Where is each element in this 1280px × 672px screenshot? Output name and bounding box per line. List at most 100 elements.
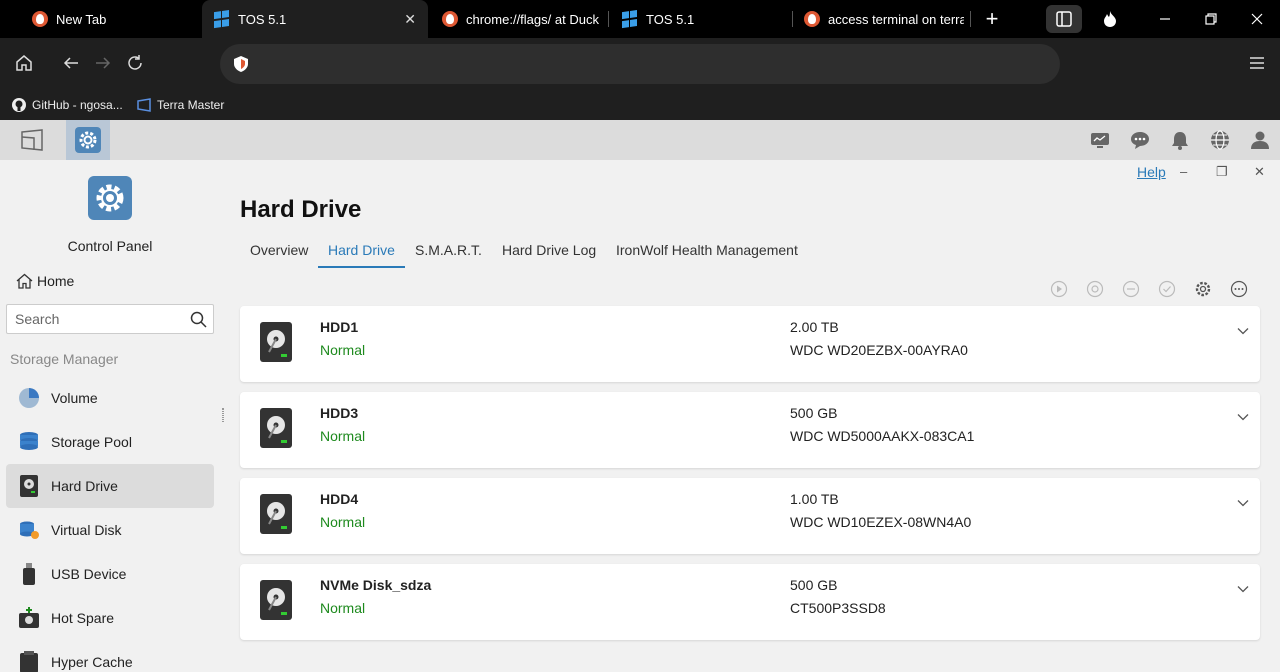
home-label: Home <box>37 273 75 289</box>
volume-icon <box>18 387 40 409</box>
hamburger-menu-icon <box>1250 57 1264 69</box>
tab-hard-drive[interactable]: Hard Drive <box>318 242 405 268</box>
resource-monitor-icon[interactable] <box>1090 130 1110 150</box>
tab-hard-drive-log[interactable]: Hard Drive Log <box>492 242 606 268</box>
new-tab-button[interactable]: + <box>980 0 1004 38</box>
more-options-icon[interactable] <box>1230 280 1248 298</box>
help-link[interactable]: Help <box>1137 164 1166 180</box>
duckduckgo-icon <box>442 11 458 27</box>
disk-model: WDC WD5000AAKX-083CA1 <box>790 428 975 444</box>
close-icon <box>1251 13 1263 25</box>
browser-tab-new-tab[interactable]: New Tab <box>20 0 200 38</box>
sidebar-item-hot-spare[interactable]: Hot Spare <box>6 596 214 640</box>
tab-title: chrome://flags/ at Duck <box>466 11 599 27</box>
browser-tab-chrome-flags[interactable]: chrome://flags/ at Duck <box>430 0 600 38</box>
bookmark-terra-master[interactable]: Terra Master <box>137 95 224 115</box>
stop-icon[interactable] <box>1086 280 1104 298</box>
window-restore-button[interactable]: ❐ <box>1216 164 1228 180</box>
fire-icon <box>1104 11 1116 27</box>
tab-title: access terminal on terra <box>828 11 964 27</box>
bookmark-label: GitHub - ngosa... <box>32 98 123 112</box>
settings-gear-icon[interactable] <box>1194 280 1212 298</box>
user-icon[interactable] <box>1250 130 1270 150</box>
disk-card-hdd1[interactable]: HDD1 Normal 2.00 TB WDC WD20EZBX-00AYRA0 <box>240 306 1260 382</box>
address-bar[interactable] <box>220 44 1060 84</box>
sidebar-item-hyper-cache[interactable]: Hyper Cache <box>6 640 214 672</box>
home-button[interactable] <box>13 52 35 74</box>
reload-button[interactable] <box>124 52 146 74</box>
bookmarks-bar: GitHub - ngosa... Terra Master <box>0 90 1280 120</box>
home-icon <box>16 55 32 71</box>
restore-icon <box>1205 13 1217 25</box>
disk-status: Normal <box>320 514 366 530</box>
app-title: Control Panel <box>67 238 153 254</box>
sidebar-item-hard-drive[interactable]: Hard Drive <box>6 464 214 508</box>
browser-tab-tos[interactable]: TOS 5.1 <box>610 0 790 38</box>
disk-status: Normal <box>320 600 366 616</box>
sidebar: Control Panel Home Storage Manager Volum… <box>0 160 222 672</box>
sidebar-resize-handle[interactable] <box>222 408 224 422</box>
tab-smart[interactable]: S.M.A.R.T. <box>405 242 492 268</box>
hard-drive-icon <box>260 494 292 534</box>
browser-tab-tos-active[interactable]: TOS 5.1 ✕ <box>202 0 428 38</box>
globe-icon[interactable] <box>1210 130 1230 150</box>
chevron-down-icon[interactable] <box>1236 324 1250 338</box>
sidebar-item-volume[interactable]: Volume <box>6 376 214 420</box>
home-icon <box>16 273 33 289</box>
check-icon[interactable] <box>1158 280 1176 298</box>
windows-icon <box>622 10 638 28</box>
tab-overview[interactable]: Overview <box>240 242 318 268</box>
sidebar-item-label: Volume <box>51 390 98 406</box>
disk-card-hdd3[interactable]: HDD3 Normal 500 GB WDC WD5000AAKX-083CA1 <box>240 392 1260 468</box>
tab-close-button[interactable]: ✕ <box>404 11 416 28</box>
disk-size: 1.00 TB <box>790 491 839 507</box>
bell-icon[interactable] <box>1170 130 1190 150</box>
home-link[interactable]: Home <box>16 273 74 289</box>
window-minimize-button[interactable]: – <box>1180 164 1187 179</box>
chevron-down-icon[interactable] <box>1236 582 1250 596</box>
search-icon[interactable] <box>190 311 207 328</box>
disk-status: Normal <box>320 342 366 358</box>
reload-icon <box>128 55 142 70</box>
duckduckgo-icon <box>804 11 820 27</box>
disk-card-nvme[interactable]: NVMe Disk_sdza Normal 500 GB CT500P3SSD8 <box>240 564 1260 640</box>
disk-status: Normal <box>320 428 366 444</box>
minimize-browser-button[interactable] <box>1154 0 1176 38</box>
search-box <box>6 304 214 334</box>
hard-drive-icon <box>260 408 292 448</box>
control-panel-task-button[interactable] <box>66 120 110 160</box>
hard-drive-icon <box>260 322 292 362</box>
disk-size: 500 GB <box>790 577 838 593</box>
disk-card-hdd4[interactable]: HDD4 Normal 1.00 TB WDC WD10EZEX-08WN4A0 <box>240 478 1260 554</box>
github-icon <box>12 98 26 112</box>
show-desktop-button[interactable] <box>10 120 54 160</box>
chevron-down-icon[interactable] <box>1236 496 1250 510</box>
sidebar-toggle-button[interactable] <box>1046 0 1082 38</box>
sidebar-item-virtual-disk[interactable]: Virtual Disk <box>6 508 214 552</box>
shield-icon <box>234 56 248 72</box>
browser-menu-button[interactable] <box>1246 52 1268 74</box>
sidebar-item-label: Hard Drive <box>51 478 118 494</box>
browser-tab-access-terminal[interactable]: access terminal on terra <box>792 0 964 38</box>
sidebar-item-usb-device[interactable]: USB Device <box>6 552 214 596</box>
remove-icon[interactable] <box>1122 280 1140 298</box>
close-browser-button[interactable] <box>1246 0 1268 38</box>
forward-arrow-icon <box>96 57 111 69</box>
search-input[interactable] <box>7 305 177 333</box>
tab-separator <box>970 11 971 27</box>
play-icon[interactable] <box>1050 280 1068 298</box>
disk-size: 500 GB <box>790 405 838 421</box>
tab-ironwolf-health[interactable]: IronWolf Health Management <box>606 242 808 268</box>
chevron-down-icon[interactable] <box>1236 410 1250 424</box>
restore-browser-button[interactable] <box>1200 0 1222 38</box>
bookmark-github[interactable]: GitHub - ngosa... <box>12 95 123 115</box>
window-close-button[interactable]: ✕ <box>1254 164 1265 180</box>
back-button[interactable] <box>60 52 82 74</box>
chat-icon[interactable] <box>1130 130 1150 150</box>
forward-button[interactable] <box>92 52 114 74</box>
fire-button[interactable] <box>1100 0 1120 38</box>
disk-model: WDC WD10EZEX-08WN4A0 <box>790 514 972 530</box>
sidebar-item-storage-pool[interactable]: Storage Pool <box>6 420 214 464</box>
disk-size: 2.00 TB <box>790 319 839 335</box>
disk-name: HDD3 <box>320 405 359 421</box>
